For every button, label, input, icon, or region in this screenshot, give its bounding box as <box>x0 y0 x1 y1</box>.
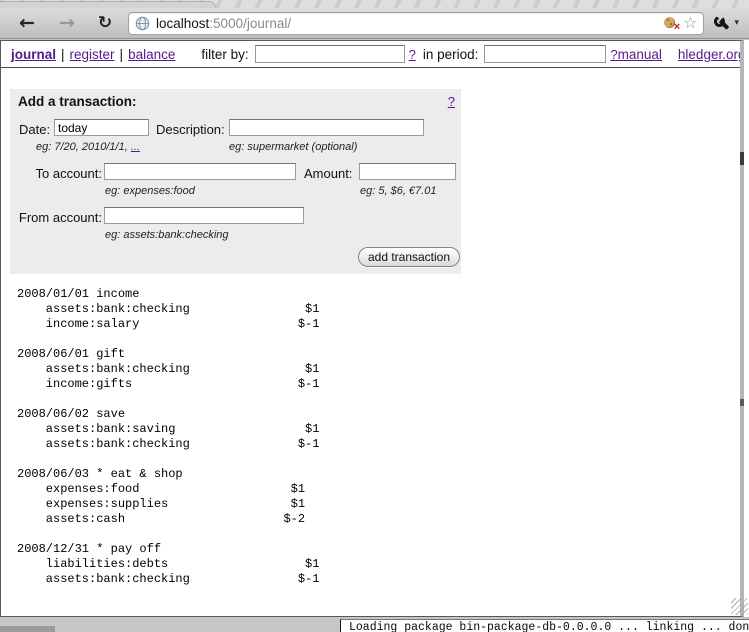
cookie-dot <box>670 23 672 25</box>
background-window-edge <box>0 626 55 632</box>
date-hint-more-link[interactable]: ... <box>131 141 140 153</box>
omnibox-indicators: × ☆ <box>664 15 697 31</box>
back-button[interactable]: ← <box>14 14 40 33</box>
hledger-org-link[interactable]: hledger.org <box>678 47 744 62</box>
date-hint: eg: 7/20, 2010/1/1, ... <box>36 141 140 153</box>
description-hint: eg: supermarket (optional) <box>229 141 357 153</box>
amount-input[interactable] <box>359 163 456 180</box>
page-content: journal | register | balance filter by: … <box>0 40 744 617</box>
from-account-hint: eg: assets:bank:checking <box>105 229 229 241</box>
add-transaction-form: Add a transaction: ? Date: Description: … <box>10 89 461 274</box>
scrollbar-mark <box>740 152 744 165</box>
form-title: Add a transaction: <box>18 94 137 109</box>
url-path: :5000/journal/ <box>209 16 291 31</box>
manual-link[interactable]: manual <box>618 47 662 62</box>
browser-window: ← → ↻ localhost:5000/journal/ × ☆ <box>0 0 749 632</box>
scrollbar-mark <box>740 399 744 406</box>
description-label: Description: <box>156 122 225 137</box>
nav-link-journal[interactable]: journal <box>11 47 56 62</box>
window-resize-grip[interactable] <box>731 598 748 615</box>
description-input[interactable] <box>229 119 424 136</box>
nav-separator: | <box>120 47 124 62</box>
amount-label: Amount: <box>304 166 352 181</box>
globe-icon <box>135 16 150 31</box>
nav-link-balance[interactable]: balance <box>128 47 175 62</box>
menu-dropdown-arrow: ▾ <box>734 18 739 28</box>
url-bar[interactable]: localhost:5000/journal/ × ☆ <box>128 12 704 35</box>
terminal-output: Loading package bin-package-db-0.0.0.0 .… <box>349 621 749 632</box>
wrench-icon <box>713 14 730 32</box>
url-text: localhost:5000/journal/ <box>156 16 291 31</box>
url-host: localhost <box>156 16 209 31</box>
reload-button[interactable]: ↻ <box>92 15 118 32</box>
from-account-label: From account: <box>10 210 102 225</box>
forward-button[interactable]: → <box>54 14 80 33</box>
filter-input[interactable] <box>255 45 405 63</box>
filter-help-link[interactable]: ? <box>409 47 416 62</box>
to-account-input[interactable] <box>104 163 296 180</box>
journal-entries: 2008/01/01 income assets:bank:checking $… <box>17 287 319 587</box>
from-account-input[interactable] <box>104 207 304 224</box>
blocked-x-mark: × <box>674 21 680 33</box>
form-help-link[interactable]: ? <box>448 94 455 109</box>
filter-label: filter by: <box>201 47 248 62</box>
app-navbar: journal | register | balance filter by: … <box>1 41 740 68</box>
period-input[interactable] <box>484 45 606 63</box>
nav-link-register[interactable]: register <box>70 47 115 62</box>
bookmark-star-icon[interactable]: ☆ <box>683 15 697 31</box>
background-area: Loading package bin-package-db-0.0.0.0 .… <box>0 618 749 632</box>
date-label: Date: <box>19 122 50 137</box>
cookie-blocked-icon[interactable]: × <box>664 17 677 30</box>
period-label: in period: <box>423 47 479 62</box>
to-account-hint: eg: expenses:food <box>105 185 195 197</box>
tab-strip <box>0 0 749 8</box>
date-hint-text: eg: 7/20, 2010/1/1, <box>36 141 131 153</box>
period-help-link[interactable]: ? <box>610 47 617 62</box>
browser-toolbar: ← → ↻ localhost:5000/journal/ × ☆ <box>0 8 749 39</box>
to-account-label: To account: <box>10 166 102 181</box>
amount-hint: eg: 5, $6, €7.01 <box>360 185 436 197</box>
cookie-dot <box>667 19 669 21</box>
background-terminal: Loading package bin-package-db-0.0.0.0 .… <box>340 619 749 632</box>
add-transaction-button[interactable]: add transaction <box>358 247 460 267</box>
scrollbar-gutter[interactable] <box>744 40 749 617</box>
date-input[interactable] <box>54 119 149 136</box>
browser-tab[interactable] <box>0 1 216 8</box>
nav-separator: | <box>61 47 65 62</box>
wrench-menu-button[interactable]: ▾ <box>713 14 739 32</box>
